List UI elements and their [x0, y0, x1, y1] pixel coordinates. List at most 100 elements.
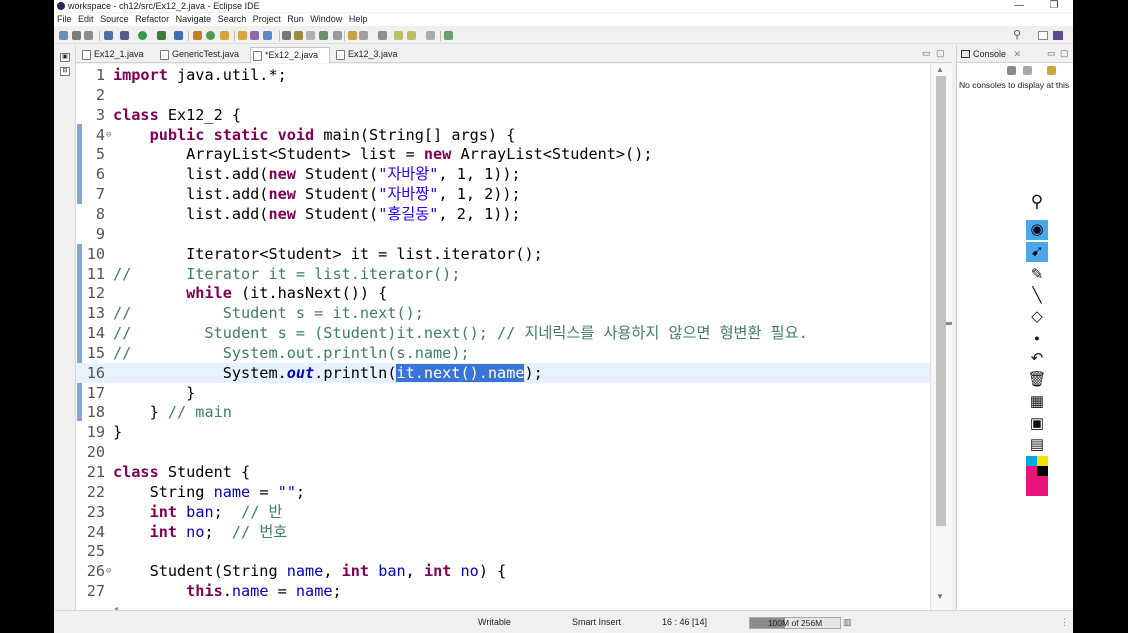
code-text[interactable]: class Student { — [113, 462, 250, 482]
java-code-editor[interactable]: 1 import java.util.*; 2 3 class Ex12_2 {4 ⊖ p… — [76, 64, 952, 610]
menu-search[interactable]: Search — [218, 14, 247, 24]
block-selection-icon[interactable] — [306, 31, 315, 40]
open-console-icon[interactable] — [1047, 66, 1056, 75]
new-class-icon[interactable] — [220, 31, 229, 40]
toggle-highlight-icon[interactable] — [294, 31, 303, 40]
undo-icon[interactable]: ↶ — [1026, 349, 1048, 369]
highlighter-icon[interactable]: ✎ — [1026, 265, 1048, 285]
run-icon[interactable] — [138, 31, 147, 40]
code-line[interactable]: 3 class Ex12_2 { — [76, 105, 931, 125]
maximize-console-icon[interactable]: ▢ — [1060, 48, 1069, 59]
menu-source[interactable]: Source — [100, 14, 129, 24]
scrollbar-thumb[interactable] — [936, 76, 946, 526]
code-text[interactable]: // System.out.println(s.name); — [113, 343, 470, 363]
show-whitespace-icon[interactable] — [333, 31, 342, 40]
code-line[interactable]: 15 // System.out.println(s.name); — [76, 343, 931, 363]
coverage-icon[interactable] — [157, 31, 166, 40]
last-edit-location-icon[interactable] — [378, 31, 387, 40]
next-annotation-icon[interactable] — [348, 31, 357, 40]
code-line[interactable]: 16 System.out.println(it.next().name); — [76, 362, 931, 383]
code-line[interactable]: 10 Iterator<Student> it = list.iterator(… — [76, 244, 931, 264]
display-console-icon[interactable] — [1023, 66, 1032, 75]
tab-console[interactable]: Console ✕ — [961, 48, 1021, 60]
save-all-icon[interactable] — [84, 31, 93, 40]
code-line[interactable]: 18 } // main — [76, 402, 931, 422]
code-text[interactable]: } — [113, 422, 122, 442]
forward-icon[interactable] — [407, 31, 416, 40]
external-tools-icon[interactable] — [174, 31, 183, 40]
toggle-mark-occurrences-icon[interactable] — [282, 31, 291, 40]
back-icon[interactable] — [394, 31, 403, 40]
code-line[interactable]: 6 list.add(new Student("자바왕", 1, 1)); — [76, 164, 931, 184]
code-text[interactable]: list.add(new Student("자바왕", 1, 1)); — [113, 164, 521, 184]
code-line[interactable]: 12 while (it.hasNext()) { — [76, 283, 931, 303]
code-text[interactable]: list.add(new Student("홍길동", 2, 1)); — [113, 204, 521, 224]
code-text[interactable]: int ban; // 반 — [113, 502, 283, 522]
skip-breakpoints-icon[interactable] — [104, 31, 113, 40]
minimize-button[interactable]: — — [1004, 0, 1034, 12]
code-line[interactable]: 19} — [76, 422, 931, 442]
java-perspective-icon[interactable] — [1053, 31, 1063, 40]
restore-button[interactable]: ❐ — [1039, 0, 1069, 12]
pin-console-icon[interactable] — [1007, 66, 1016, 75]
code-line[interactable]: 27 this.name = name; — [76, 581, 931, 601]
fold-toggle-icon[interactable]: ⊖ — [106, 125, 111, 145]
new-package-icon[interactable] — [206, 31, 215, 40]
word-wrap-icon[interactable] — [319, 31, 328, 40]
code-text[interactable]: import java.util.*; — [113, 65, 287, 85]
code-text[interactable]: String name = ""; — [113, 482, 306, 502]
scroll-down-icon[interactable]: ▼ — [936, 592, 944, 601]
menu-run[interactable]: Run — [287, 14, 304, 24]
clipboard-icon[interactable]: ▤ — [1026, 435, 1048, 455]
code-line[interactable]: 20 — [76, 442, 931, 462]
code-line[interactable]: 14 // Student s = (Student)it.next(); // … — [76, 323, 931, 343]
previous-annotation-icon[interactable] — [359, 31, 368, 40]
open-perspective-icon[interactable] — [1038, 31, 1048, 40]
tab-ex12-1[interactable]: Ex12_1.java — [80, 47, 144, 63]
debug-icon[interactable] — [120, 31, 129, 40]
code-line[interactable]: 25 — [76, 541, 931, 561]
code-text[interactable]: while (it.hasNext()) { — [113, 283, 387, 303]
open-type-icon[interactable] — [238, 31, 247, 40]
camera-icon[interactable]: ▣ — [1026, 414, 1048, 434]
search-icon[interactable]: ⚲ — [1013, 29, 1025, 41]
overview-ruler-mark[interactable] — [946, 322, 952, 325]
scroll-up-icon[interactable]: ▲ — [936, 65, 944, 74]
code-line[interactable]: 5 ArrayList<Student> list = new ArrayLis… — [76, 144, 931, 164]
restore-view-icon[interactable]: ▣ — [60, 53, 70, 62]
menu-help[interactable]: Help — [349, 14, 368, 24]
code-text[interactable]: } // main — [113, 402, 232, 422]
code-line[interactable]: 2 — [76, 85, 931, 105]
code-text[interactable]: class Ex12_2 { — [113, 105, 241, 125]
code-text[interactable]: // Iterator it = list.iterator(); — [113, 264, 460, 284]
eraser-icon[interactable]: ◇ — [1026, 307, 1048, 327]
tab-ex12-3[interactable]: Ex12_3.java — [334, 47, 398, 63]
code-line[interactable]: 26 ⊖ Student(String name, int ban, int no… — [76, 561, 931, 581]
code-line[interactable]: 22 String name = ""; — [76, 482, 931, 502]
minimize-console-icon[interactable]: ▭ — [1047, 48, 1056, 59]
new-java-project-icon[interactable] — [193, 31, 202, 40]
menu-navigate[interactable]: Navigate — [176, 14, 212, 24]
code-text[interactable]: Iterator<Student> it = list.iterator(); — [113, 244, 543, 264]
search-toolbar-icon[interactable] — [263, 31, 272, 40]
code-line[interactable]: 21 class Student { — [76, 462, 931, 482]
color-swatch-magenta-black[interactable] — [1026, 466, 1048, 476]
editor-vertical-scrollbar[interactable]: ▲ ▼ — [930, 64, 952, 610]
save-icon[interactable] — [72, 31, 81, 40]
open-task-icon[interactable] — [250, 31, 259, 40]
maximize-editor-icon[interactable]: ▢ — [936, 48, 945, 59]
code-text[interactable]: list.add(new Student("자바짱", 1, 2)); — [113, 184, 521, 204]
tab-generictest[interactable]: GenericTest.java — [158, 47, 239, 63]
pointer-icon[interactable]: ➹ — [1026, 242, 1048, 262]
pen-icon[interactable]: ╲ — [1026, 286, 1048, 306]
code-text[interactable]: ArrayList<Student> list = new ArrayList<… — [113, 144, 652, 164]
code-line[interactable]: 23 int ban; // 반 — [76, 502, 931, 522]
code-line[interactable]: 13 // Student s = it.next(); — [76, 303, 931, 323]
forward-history-icon[interactable] — [426, 31, 435, 40]
package-explorer-icon[interactable]: ⊟ — [60, 67, 70, 76]
code-text[interactable]: } — [113, 383, 195, 403]
code-line[interactable]: 8 list.add(new Student("홍길동", 2, 1)); — [76, 204, 931, 224]
trash-icon[interactable]: 🗑 — [1026, 370, 1048, 390]
eye-icon[interactable]: ◉ — [1026, 220, 1048, 240]
code-line[interactable]: 1 import java.util.*; — [76, 65, 931, 85]
